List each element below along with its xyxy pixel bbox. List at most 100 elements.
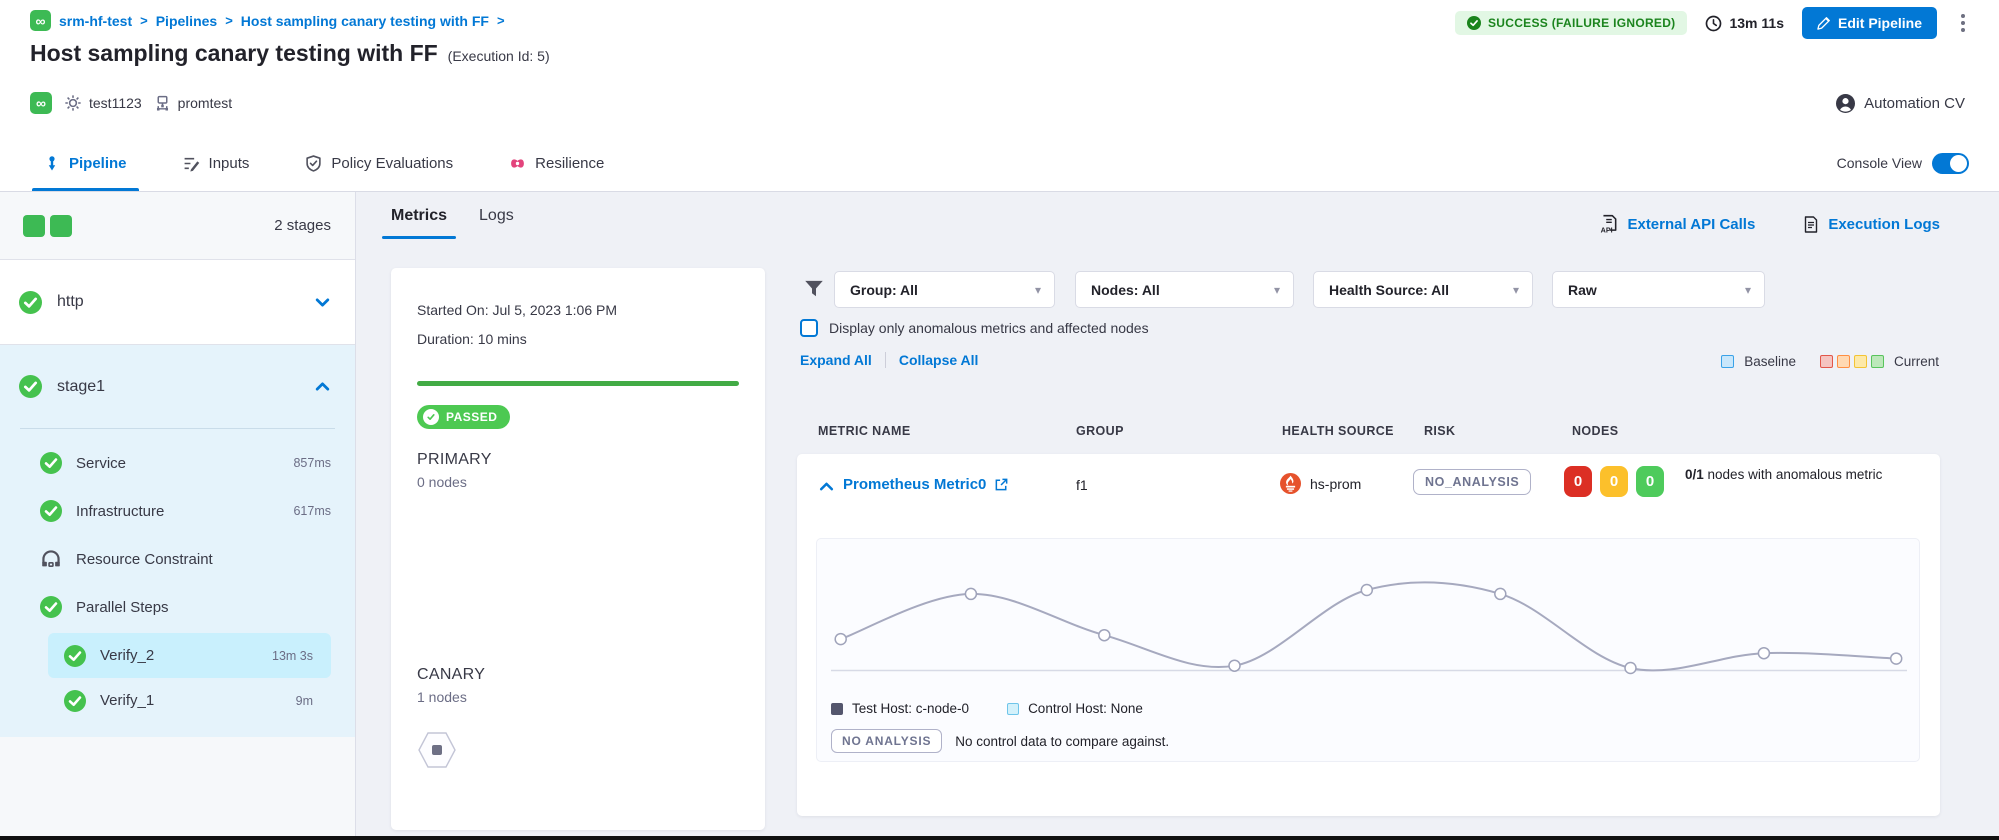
execution-logs-link[interactable]: Execution Logs <box>1803 214 1940 234</box>
canary-node-hexagon[interactable] <box>417 731 457 769</box>
success-icon <box>19 291 42 314</box>
analysis-message: No control data to compare against. <box>955 734 1169 749</box>
step-service[interactable]: Service 857ms <box>0 439 355 487</box>
status-text: SUCCESS (FAILURE IGNORED) <box>1488 16 1676 30</box>
node-risk-counts: 0 0 0 <box>1564 466 1664 497</box>
baseline-swatch <box>1721 355 1734 368</box>
control-host-legend: Control Host: None <box>1007 701 1143 716</box>
breadcrumb-pipelines[interactable]: Pipelines <box>156 13 217 29</box>
step-infrastructure[interactable]: Infrastructure 617ms <box>0 487 355 535</box>
primary-node-count: 0 nodes <box>417 474 739 490</box>
nodes-filter-dropdown[interactable]: Nodes: All▾ <box>1075 271 1294 308</box>
page-title: Host sampling canary testing with FF <box>30 40 438 67</box>
api-document-icon: API <box>1600 214 1618 234</box>
col-header-group: GROUP <box>1076 424 1124 438</box>
console-view-control: Console View <box>1837 135 1969 191</box>
chevron-down-icon: ▾ <box>1274 283 1280 297</box>
external-link-icon <box>994 477 1009 492</box>
pipeline-icon <box>44 155 60 172</box>
cd-module-icon: ∞ <box>30 10 51 31</box>
verify-step-details: Metrics Logs API External API Calls Exec… <box>356 192 1999 836</box>
expand-collapse-controls: Expand All Collapse All <box>800 352 978 368</box>
svg-text:API: API <box>1601 225 1613 234</box>
canary-label: CANARY <box>417 666 739 684</box>
chevron-up-icon[interactable] <box>314 378 331 395</box>
prometheus-icon <box>1280 473 1301 494</box>
no-analysis-badge: NO ANALYSIS <box>831 729 942 753</box>
metric-row: Prometheus Metric0 f1 hs-prom NO_ANALYSI… <box>797 454 1940 518</box>
cd-module-icon: ∞ <box>30 92 52 114</box>
clock-icon <box>1705 15 1722 32</box>
step-detail-tabs: Metrics Logs <box>391 207 514 239</box>
tab-inputs[interactable]: Inputs <box>183 135 250 191</box>
group-filter-dropdown[interactable]: Group: All▾ <box>834 271 1055 308</box>
user-name: Automation CV <box>1864 95 1965 112</box>
pipeline-meta: ∞ test1123 promtest <box>30 92 232 114</box>
expand-all-link[interactable]: Expand All <box>800 352 872 368</box>
console-view-toggle[interactable] <box>1932 153 1969 174</box>
tab-policy-evaluations[interactable]: Policy Evaluations <box>305 135 453 191</box>
current-label: Current <box>1894 354 1939 369</box>
metric-chart-svg[interactable] <box>831 547 1907 697</box>
success-icon <box>40 596 62 618</box>
chevron-down-icon: ▾ <box>1513 283 1519 297</box>
step-verify-1[interactable]: Verify_1 9m <box>48 678 331 723</box>
tab-logs[interactable]: Logs <box>479 207 514 239</box>
user-chip[interactable]: Automation CV <box>1836 94 1965 113</box>
title-row: Host sampling canary testing with FF (Ex… <box>30 40 550 67</box>
passed-badge: PASSED <box>417 405 510 429</box>
tab-resilience[interactable]: Resilience <box>509 135 604 191</box>
metric-group: f1 <box>1076 477 1088 493</box>
avatar-icon <box>1836 94 1855 113</box>
collapse-all-link[interactable]: Collapse All <box>899 352 979 368</box>
divider <box>20 428 335 429</box>
external-api-calls-link[interactable]: API External API Calls <box>1600 214 1755 234</box>
stages-summary: 2 stages <box>0 192 355 260</box>
chart-color-legend: Baseline Current <box>1721 354 1939 369</box>
stage-http[interactable]: http <box>0 260 355 345</box>
breadcrumb-separator: > <box>225 13 233 28</box>
breadcrumb: ∞ srm-hf-test > Pipelines > Host samplin… <box>30 10 505 31</box>
breadcrumb-pipeline-name[interactable]: Host sampling canary testing with FF <box>241 13 489 29</box>
gear-icon <box>64 94 82 112</box>
filter-icon[interactable] <box>804 279 824 299</box>
col-header-metric-name: METRIC NAME <box>818 424 911 438</box>
step-verify-2[interactable]: Verify_2 13m 3s <box>48 633 331 678</box>
risk-badge: NO_ANALYSIS <box>1413 469 1531 495</box>
success-icon <box>40 500 62 522</box>
metric-name-link[interactable]: Prometheus Metric0 <box>843 476 1009 493</box>
chevron-down-icon: ▾ <box>1035 283 1041 297</box>
tab-pipeline[interactable]: Pipeline <box>44 135 127 191</box>
page-header: ∞ srm-hf-test > Pipelines > Host samplin… <box>0 0 1999 135</box>
body: 2 stages http stage1 Service 857ms <box>0 192 1999 836</box>
success-icon <box>64 690 86 712</box>
host-legend: Test Host: c-node-0 Control Host: None <box>831 701 1143 716</box>
execution-sidebar: 2 stages http stage1 Service 857ms <box>0 192 356 836</box>
stage-stage1[interactable]: stage1 <box>0 345 355 428</box>
primary-label: PRIMARY <box>417 451 739 469</box>
health-source-filter-dropdown[interactable]: Health Source: All▾ <box>1313 271 1533 308</box>
success-icon <box>40 452 62 474</box>
view-mode-dropdown[interactable]: Raw▾ <box>1552 271 1765 308</box>
breadcrumb-project[interactable]: srm-hf-test <box>59 13 132 29</box>
edit-pipeline-button[interactable]: Edit Pipeline <box>1802 7 1937 39</box>
chevron-down-icon[interactable] <box>314 294 331 311</box>
success-icon <box>64 645 86 667</box>
collapse-metric-chevron-icon[interactable] <box>818 478 835 495</box>
step-resource-constraint[interactable]: Resource Constraint <box>0 535 355 583</box>
health-source-chip[interactable]: promtest <box>154 95 232 112</box>
breadcrumb-separator: > <box>497 13 505 28</box>
queue-icon <box>40 548 62 570</box>
nav-tabbar: Pipeline Inputs Policy Evaluations Resil… <box>0 135 1999 192</box>
metric-row-card: Prometheus Metric0 f1 hs-prom NO_ANALYSI… <box>797 454 1940 816</box>
green-count-badge: 0 <box>1636 466 1664 497</box>
test-host-swatch <box>831 703 843 715</box>
tab-metrics[interactable]: Metrics <box>391 207 447 239</box>
nodes-summary: 0/1 nodes with anomalous metric <box>1685 464 1947 485</box>
service-chip[interactable]: test1123 <box>64 94 142 112</box>
anomalous-checkbox[interactable] <box>800 319 818 337</box>
success-icon <box>19 375 42 398</box>
step-parallel-steps[interactable]: Parallel Steps <box>0 583 355 631</box>
more-options-menu[interactable] <box>1955 10 1971 36</box>
app-window: ∞ srm-hf-test > Pipelines > Host samplin… <box>0 0 1999 840</box>
